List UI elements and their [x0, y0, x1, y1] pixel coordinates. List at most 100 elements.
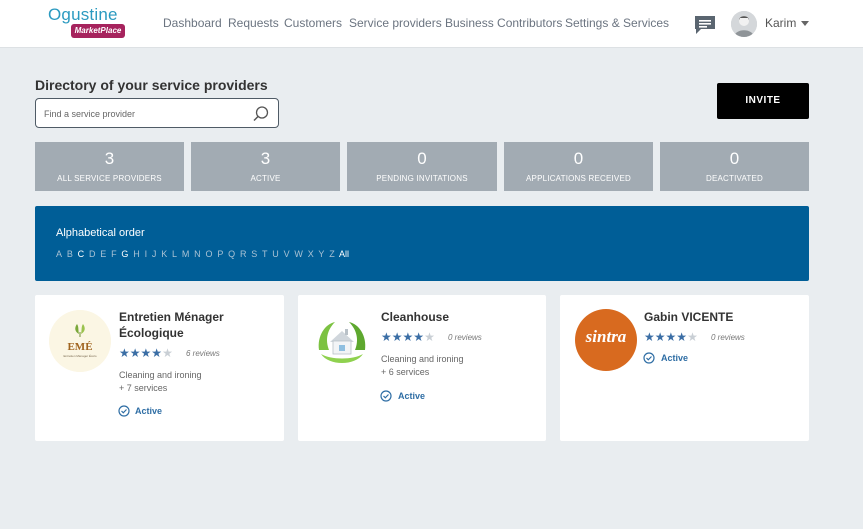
- review-count[interactable]: 0 reviews: [711, 333, 745, 342]
- letter-l[interactable]: L: [172, 249, 177, 259]
- letter-c[interactable]: C: [78, 249, 85, 259]
- letter-f[interactable]: F: [111, 249, 117, 259]
- stat-pending-invitations[interactable]: 0 PENDING INVITATIONS: [347, 142, 497, 191]
- star-icon: ★: [676, 330, 688, 344]
- alphabet-filter-panel: Alphabetical order A B C D E F G H I J K…: [35, 206, 809, 281]
- letter-y[interactable]: Y: [318, 249, 324, 259]
- letter-a[interactable]: A: [56, 249, 62, 259]
- services-count: + 7 services: [119, 383, 168, 393]
- top-navbar: Ogustine MarketPlace Dashboard Requests …: [0, 0, 863, 48]
- logo-badge: MarketPlace: [71, 24, 125, 38]
- letter-w[interactable]: W: [294, 249, 303, 259]
- review-count[interactable]: 6 reviews: [186, 349, 220, 358]
- stat-value: 0: [573, 149, 584, 168]
- review-count[interactable]: 0 reviews: [448, 333, 482, 342]
- star-icon: ★: [644, 330, 655, 344]
- avatar[interactable]: [731, 11, 757, 37]
- provider-name[interactable]: Gabin VICENTE: [644, 309, 733, 325]
- stat-label: APPLICATIONS RECEIVED: [526, 174, 631, 183]
- stat-applications-received[interactable]: 0 APPLICATIONS RECEIVED: [504, 142, 653, 191]
- star-icon: ★: [129, 346, 141, 360]
- provider-name[interactable]: Entretien Ménager Écologique: [119, 309, 224, 341]
- alphabet-letters: A B C D E F G H I J K L M N O P Q R S T …: [56, 249, 351, 259]
- star-empty-icon: ★: [424, 330, 435, 344]
- provider-card[interactable]: Cleanhouse ★★★★★ 0 reviews Cleaning and …: [298, 295, 546, 441]
- star-icon: ★: [151, 346, 163, 360]
- green-house-logo-icon: [318, 322, 366, 363]
- star-icon: ★: [381, 330, 392, 344]
- ogustine-logo[interactable]: Ogustine MarketPlace: [48, 5, 128, 41]
- chat-icon[interactable]: [693, 14, 717, 36]
- invite-button[interactable]: INVITE: [717, 83, 809, 119]
- check-circle-icon: [380, 390, 392, 402]
- letter-b[interactable]: B: [67, 249, 73, 259]
- letter-h[interactable]: H: [133, 249, 140, 259]
- letter-o[interactable]: O: [205, 249, 212, 259]
- star-rating: ★★★★★: [381, 330, 435, 344]
- check-circle-icon: [643, 352, 655, 364]
- letter-n[interactable]: N: [194, 249, 201, 259]
- letter-t[interactable]: T: [262, 249, 268, 259]
- star-icon: ★: [140, 346, 152, 360]
- letter-x[interactable]: X: [308, 249, 314, 259]
- stat-deactivated[interactable]: 0 DEACTIVATED: [660, 142, 809, 191]
- letter-d[interactable]: D: [89, 249, 96, 259]
- letter-r[interactable]: R: [240, 249, 247, 259]
- star-icon: ★: [391, 330, 403, 344]
- stat-active[interactable]: 3 ACTIVE: [191, 142, 340, 191]
- star-rating: ★★★★★: [119, 346, 173, 360]
- letter-v[interactable]: V: [284, 249, 290, 259]
- letter-i[interactable]: I: [145, 249, 148, 259]
- letter-e[interactable]: E: [100, 249, 106, 259]
- letter-g[interactable]: G: [121, 249, 128, 259]
- stat-label: DEACTIVATED: [705, 174, 764, 183]
- category-name: Cleaning and ironing: [119, 370, 202, 380]
- stat-value: 0: [729, 149, 740, 168]
- alphabet-title: Alphabetical order: [56, 227, 145, 239]
- provider-category: Cleaning and ironing + 6 services: [381, 353, 464, 379]
- nav-settings-services[interactable]: Settings & Services: [565, 16, 669, 30]
- services-count: + 6 services: [381, 367, 430, 377]
- star-empty-icon: ★: [162, 346, 173, 360]
- letter-s[interactable]: S: [251, 249, 257, 259]
- nav-service-providers[interactable]: Service providers: [349, 16, 442, 30]
- stat-all-service-providers[interactable]: 3 ALL SERVICE PROVIDERS: [35, 142, 184, 191]
- nav-customers[interactable]: Customers: [284, 16, 342, 30]
- nav-requests[interactable]: Requests: [228, 16, 279, 30]
- check-circle-icon: [118, 405, 130, 417]
- search-icon[interactable]: [252, 105, 270, 123]
- star-rating: ★★★★★: [644, 330, 698, 344]
- star-icon: ★: [654, 330, 666, 344]
- star-icon: ★: [119, 346, 130, 360]
- status-badge: Active: [398, 391, 426, 401]
- search-input[interactable]: [44, 106, 244, 122]
- provider-name[interactable]: Cleanhouse: [381, 309, 449, 325]
- stat-label: ACTIVE: [250, 174, 281, 183]
- letter-all[interactable]: All: [339, 249, 349, 259]
- logo-subtext: Entretien Ménager Écolo: [63, 354, 97, 358]
- letter-k[interactable]: K: [161, 249, 167, 259]
- provider-logo: [311, 310, 373, 372]
- user-name[interactable]: Karim: [765, 16, 796, 30]
- stat-label: PENDING INVITATIONS: [376, 174, 468, 183]
- letter-p[interactable]: P: [217, 249, 223, 259]
- letter-q[interactable]: Q: [228, 249, 235, 259]
- provider-card[interactable]: sintra Gabin VICENTE ★★★★★ 0 reviews Act…: [560, 295, 809, 441]
- stat-value: 3: [104, 149, 115, 168]
- nav-business-contributors[interactable]: Business Contributors: [445, 16, 562, 30]
- stat-value: 0: [417, 149, 427, 168]
- provider-name-line1: Entretien Ménager: [119, 310, 224, 324]
- provider-card[interactable]: EMÉ Entretien Ménager Écolo Entretien Mé…: [35, 295, 284, 441]
- letter-j[interactable]: J: [152, 249, 157, 259]
- provider-logo: sintra: [575, 309, 637, 371]
- chevron-down-icon[interactable]: [801, 21, 809, 26]
- letter-m[interactable]: M: [182, 249, 190, 259]
- nav-dashboard[interactable]: Dashboard: [163, 16, 222, 30]
- provider-name-line2: Écologique: [119, 326, 184, 340]
- letter-u[interactable]: U: [272, 249, 279, 259]
- page-title: Directory of your service providers: [35, 77, 268, 93]
- letter-z[interactable]: Z: [329, 249, 335, 259]
- provider-logo: EMÉ Entretien Ménager Écolo: [49, 310, 111, 372]
- status-badge: Active: [661, 353, 689, 363]
- status-badge: Active: [135, 406, 163, 416]
